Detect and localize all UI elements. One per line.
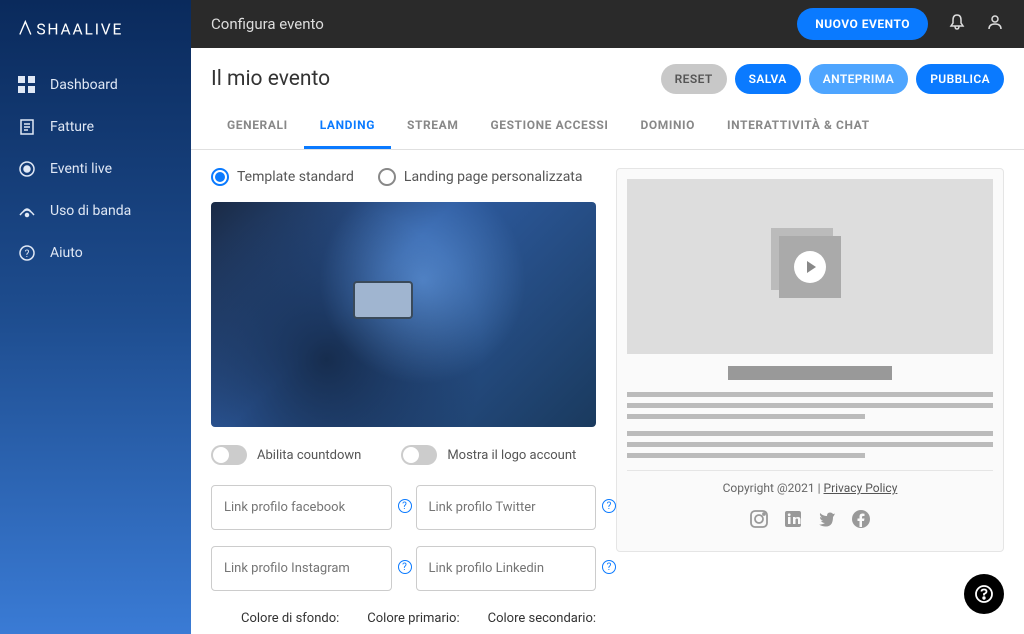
tab-landing[interactable]: LANDING	[304, 104, 391, 149]
linkedin-input[interactable]	[416, 546, 597, 591]
sidebar-item-dashboard[interactable]: Dashboard	[0, 64, 191, 106]
instagram-icon	[749, 509, 769, 533]
preview-title-placeholder	[728, 366, 893, 380]
help-icon: ?	[18, 244, 36, 262]
main-area: Configura evento NUOVO EVENTO Il mio eve…	[191, 0, 1024, 634]
page-title: Il mio evento	[211, 67, 330, 91]
svg-text:?: ?	[25, 249, 30, 260]
toggle-row: Abilita countdown Mostra il logo account	[211, 445, 596, 465]
preview-play-icon	[779, 236, 841, 298]
radio-checked-icon	[211, 168, 229, 186]
tab-accessi[interactable]: GESTIONE ACCESSI	[474, 104, 624, 149]
social-inputs: ? ? ? ?	[211, 485, 596, 591]
info-icon[interactable]: ?	[398, 499, 412, 513]
preview-socials	[627, 501, 993, 541]
tab-dominio[interactable]: DOMINIO	[624, 104, 711, 149]
help-fab[interactable]	[964, 574, 1004, 614]
topbar-title: Configura evento	[211, 15, 324, 33]
twitter-icon	[817, 509, 837, 533]
right-column: Copyright @2021 | Privacy Policy	[616, 168, 1004, 610]
tab-generali[interactable]: GENERALI	[211, 104, 304, 149]
content: Template standard Landing page personali…	[191, 150, 1024, 628]
logo: SHAALIVE	[0, 18, 191, 64]
topbar-actions: NUOVO EVENTO	[797, 8, 1004, 40]
tab-stream[interactable]: STREAM	[391, 104, 474, 149]
sidebar-item-eventi[interactable]: Eventi live	[0, 148, 191, 190]
toggle-logo-wrap: Mostra il logo account	[401, 445, 576, 465]
info-icon[interactable]: ?	[398, 560, 412, 574]
linkedin-icon	[783, 509, 803, 533]
countdown-toggle[interactable]	[211, 445, 247, 465]
color-secondary-label: Colore secondario:	[488, 611, 596, 626]
sidebar-item-label: Fatture	[50, 119, 94, 135]
color-background-label: Colore di sfondo:	[241, 611, 339, 626]
sidebar-item-banda[interactable]: Uso di banda	[0, 190, 191, 232]
bell-icon[interactable]	[948, 13, 966, 35]
logo-toggle[interactable]	[401, 445, 437, 465]
template-radio-group: Template standard Landing page personali…	[211, 168, 596, 186]
sidebar-item-aiuto[interactable]: ? Aiuto	[0, 232, 191, 274]
privacy-link[interactable]: Privacy Policy	[824, 481, 898, 495]
svg-text:SHAALIVE: SHAALIVE	[36, 20, 123, 38]
sidebar-item-label: Uso di banda	[50, 203, 131, 219]
preview-footer: Copyright @2021 | Privacy Policy	[627, 470, 993, 501]
twitter-input-wrap: ?	[416, 485, 597, 530]
twitter-input[interactable]	[416, 485, 597, 530]
color-row: Colore di sfondo: Colore primario: Color…	[241, 611, 596, 626]
live-icon	[18, 160, 36, 178]
topbar: Configura evento NUOVO EVENTO	[191, 0, 1024, 48]
header-actions: RESET SALVA ANTEPRIMA PUBBLICA	[661, 64, 1004, 94]
sidebar-item-label: Aiuto	[50, 245, 83, 261]
facebook-icon	[851, 509, 871, 533]
salva-button[interactable]: SALVA	[735, 64, 801, 94]
tab-chat[interactable]: INTERATTIVITÀ & CHAT	[711, 104, 886, 149]
toggle-label: Abilita countdown	[257, 448, 361, 463]
anteprima-button[interactable]: ANTEPRIMA	[809, 64, 908, 94]
new-event-button[interactable]: NUOVO EVENTO	[797, 8, 928, 40]
info-icon[interactable]: ?	[602, 560, 616, 574]
sidebar-item-label: Eventi live	[50, 161, 112, 177]
dashboard-icon	[18, 76, 36, 94]
radio-label: Template standard	[237, 169, 354, 185]
toggle-countdown-wrap: Abilita countdown	[211, 445, 361, 465]
reset-button[interactable]: RESET	[661, 64, 727, 94]
facebook-input-wrap: ?	[211, 485, 392, 530]
copyright-text: Copyright @2021 |	[723, 481, 824, 495]
preview-text-lines	[627, 431, 993, 458]
radio-template-standard[interactable]: Template standard	[211, 168, 354, 186]
preview-card: Copyright @2021 | Privacy Policy	[616, 168, 1004, 552]
hero-image[interactable]	[211, 202, 596, 427]
sidebar: SHAALIVE Dashboard Fatture Eventi live U…	[0, 0, 191, 634]
sidebar-item-label: Dashboard	[50, 77, 118, 93]
radio-label: Landing page personalizzata	[404, 169, 583, 185]
preview-text-lines	[627, 392, 993, 419]
info-icon[interactable]: ?	[602, 499, 616, 513]
invoice-icon	[18, 118, 36, 136]
page-header: Il mio evento RESET SALVA ANTEPRIMA PUBB…	[191, 48, 1024, 104]
facebook-input[interactable]	[211, 485, 392, 530]
linkedin-input-wrap: ?	[416, 546, 597, 591]
pubblica-button[interactable]: PUBBLICA	[916, 64, 1004, 94]
preview-hero	[627, 179, 993, 354]
radio-template-custom[interactable]: Landing page personalizzata	[378, 168, 583, 186]
instagram-input[interactable]	[211, 546, 392, 591]
left-column: Template standard Landing page personali…	[211, 168, 596, 610]
tabs: GENERALI LANDING STREAM GESTIONE ACCESSI…	[191, 104, 1024, 150]
color-primary-label: Colore primario:	[367, 611, 459, 626]
sidebar-item-fatture[interactable]: Fatture	[0, 106, 191, 148]
instagram-input-wrap: ?	[211, 546, 392, 591]
radio-unchecked-icon	[378, 168, 396, 186]
bandwidth-icon	[18, 202, 36, 220]
user-icon[interactable]	[986, 13, 1004, 35]
phone-shape	[353, 281, 413, 319]
toggle-label: Mostra il logo account	[447, 448, 576, 463]
